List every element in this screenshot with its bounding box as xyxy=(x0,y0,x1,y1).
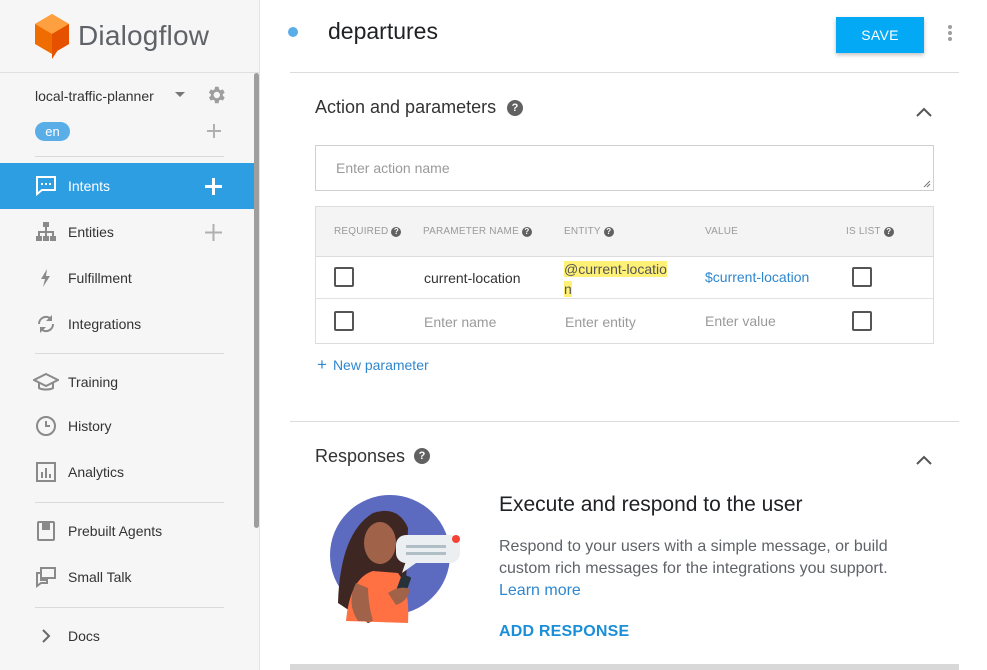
responses-illustration xyxy=(330,495,460,623)
entity-highlight: n xyxy=(564,281,572,297)
table-row: Enter name Enter entity Enter value xyxy=(316,299,933,341)
sidebar-scrollbar[interactable] xyxy=(254,73,259,528)
help-icon[interactable]: ? xyxy=(507,100,523,116)
column-header-value: VALUE xyxy=(705,226,739,237)
agent-name: local-traffic-planner xyxy=(35,88,154,104)
table-row: current-location @current-locatio n $cur… xyxy=(316,257,933,299)
sidebar-item-prebuilt-agents[interactable]: Prebuilt Agents xyxy=(0,508,254,554)
responses-description-text: Respond to your users with a simple mess… xyxy=(499,538,888,577)
entity-cell[interactable]: @current-locatio n xyxy=(564,259,667,299)
sidebar-separator xyxy=(35,353,224,354)
sidebar-divider xyxy=(0,72,260,73)
sidebar-item-label: History xyxy=(68,418,112,434)
refresh-icon xyxy=(37,315,55,333)
graduation-cap-icon xyxy=(33,372,59,391)
sidebar-separator xyxy=(35,607,224,608)
value-cell[interactable]: $current-location xyxy=(705,269,809,285)
intent-status-dot xyxy=(288,27,298,37)
chevron-right-icon xyxy=(42,629,51,643)
parameter-name-cell[interactable]: current-location xyxy=(424,270,521,286)
sidebar-item-label: Analytics xyxy=(68,464,125,480)
add-response-button[interactable]: ADD RESPONSE xyxy=(499,623,629,641)
sidebar: Dialogflow local-traffic-planner en Inte… xyxy=(0,0,260,670)
learn-more-link[interactable]: Learn more xyxy=(499,580,909,602)
help-icon[interactable]: ? xyxy=(414,448,430,464)
dialogflow-logo[interactable]: Dialogflow xyxy=(34,13,209,59)
is-list-checkbox[interactable] xyxy=(852,267,872,287)
new-parameter-label: New parameter xyxy=(332,357,429,373)
chat-bubbles-icon xyxy=(36,567,56,588)
column-header-required: REQUIRED? xyxy=(334,226,402,237)
sidebar-item-intents[interactable]: Intents xyxy=(0,163,254,209)
add-intent-icon[interactable] xyxy=(205,178,222,195)
table-header: REQUIRED? PARAMETER NAME? ENTITY? VALUE … xyxy=(316,207,933,257)
sidebar-item-label: Intents xyxy=(68,178,111,194)
chevron-up-icon[interactable] xyxy=(915,454,933,466)
sidebar-item-docs[interactable]: Docs xyxy=(0,613,254,659)
help-icon: ? xyxy=(391,226,402,237)
chevron-up-icon[interactable] xyxy=(915,106,933,118)
sidebar-separator xyxy=(35,156,224,157)
entity-input[interactable]: Enter entity xyxy=(565,314,636,330)
help-icon: ? xyxy=(521,226,532,237)
sidebar-item-training[interactable]: Training xyxy=(0,359,254,405)
sidebar-item-history[interactable]: History xyxy=(0,403,254,449)
app-name: Dialogflow xyxy=(78,20,210,51)
sidebar-item-integrations[interactable]: Integrations xyxy=(0,301,254,347)
bar-chart-icon xyxy=(36,462,56,482)
action-name-placeholder: Enter action name xyxy=(336,160,450,176)
gear-icon[interactable] xyxy=(205,84,227,106)
section-title: Action and parameters xyxy=(315,97,497,117)
sidebar-item-label: Prebuilt Agents xyxy=(68,523,163,539)
sidebar-item-small-talk[interactable]: Small Talk xyxy=(0,554,254,600)
save-button[interactable]: SAVE xyxy=(836,17,924,53)
new-parameter-link[interactable]: + New parameter xyxy=(317,355,429,375)
required-checkbox[interactable] xyxy=(334,267,354,287)
help-icon: ? xyxy=(603,226,614,237)
sidebar-item-analytics[interactable]: Analytics xyxy=(0,449,254,495)
caret-down-icon[interactable] xyxy=(175,92,185,97)
responses-description: Respond to your users with a simple mess… xyxy=(499,536,909,602)
agent-selector[interactable]: local-traffic-planner xyxy=(35,86,230,106)
book-icon xyxy=(37,521,55,541)
plus-icon: + xyxy=(317,355,327,374)
sidebar-item-label: Entities xyxy=(68,224,114,240)
dialogflow-logo-icon xyxy=(35,14,69,59)
intent-name[interactable]: departures xyxy=(328,18,438,45)
section-divider xyxy=(290,421,959,422)
add-language-icon[interactable] xyxy=(206,123,222,139)
is-list-checkbox[interactable] xyxy=(852,311,872,331)
intent-editor: departures SAVE Action and parameters ? … xyxy=(260,0,987,670)
value-input[interactable]: Enter value xyxy=(705,313,776,329)
responses-heading: Execute and respond to the user xyxy=(499,493,803,516)
sidebar-item-label: Training xyxy=(68,374,119,390)
column-header-is-list: IS LIST? xyxy=(846,226,894,237)
entity-highlight: @current-locatio xyxy=(564,261,667,277)
column-header-parameter-name: PARAMETER NAME? xyxy=(423,226,532,237)
sidebar-item-label: Integrations xyxy=(68,316,142,332)
language-badge[interactable]: en xyxy=(35,122,70,141)
parameters-table: REQUIRED? PARAMETER NAME? ENTITY? VALUE … xyxy=(315,206,934,344)
header-divider xyxy=(290,72,959,73)
more-options-icon[interactable] xyxy=(944,24,956,44)
sidebar-item-label: Small Talk xyxy=(68,569,132,585)
column-header-entity: ENTITY? xyxy=(564,226,614,237)
sidebar-item-label: Docs xyxy=(68,628,100,644)
add-entity-icon[interactable] xyxy=(205,224,222,241)
sidebar-item-label: Fulfillment xyxy=(68,270,132,286)
action-name-input[interactable]: Enter action name xyxy=(315,145,934,191)
parameter-name-input[interactable]: Enter name xyxy=(424,314,496,330)
resize-handle-icon[interactable] xyxy=(923,180,931,188)
required-checkbox[interactable] xyxy=(334,311,354,331)
chat-icon xyxy=(36,176,56,197)
clock-icon xyxy=(36,416,56,436)
bolt-icon xyxy=(41,269,50,287)
horizontal-scrollbar[interactable] xyxy=(290,664,959,670)
section-title: Responses xyxy=(315,446,406,466)
sidebar-separator xyxy=(35,502,224,503)
sidebar-item-fulfillment[interactable]: Fulfillment xyxy=(0,255,254,301)
hierarchy-icon xyxy=(36,222,56,241)
sidebar-item-entities[interactable]: Entities xyxy=(0,209,254,255)
help-icon: ? xyxy=(883,226,894,237)
